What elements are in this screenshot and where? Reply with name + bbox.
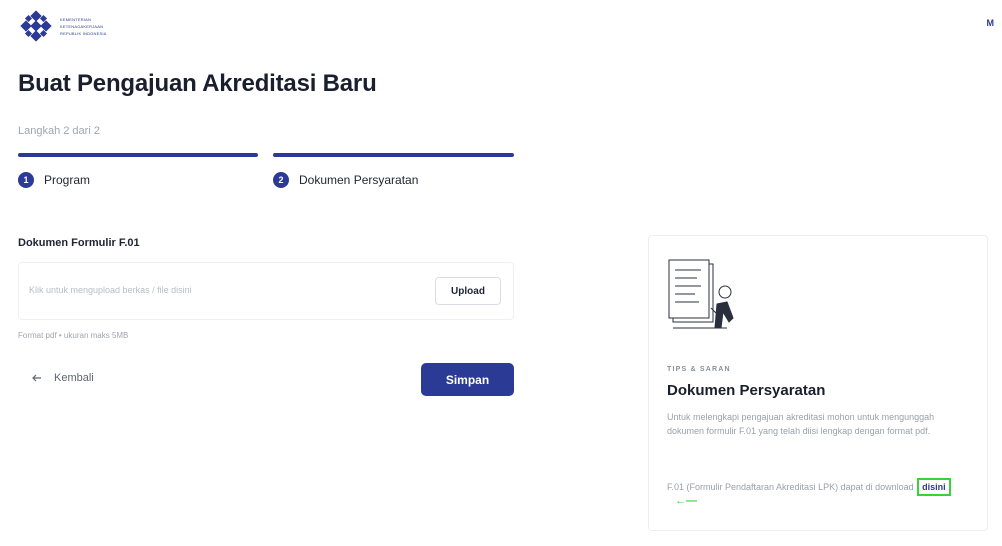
upload-button[interactable]: Upload [435,277,501,305]
page-title: Buat Pengajuan Akreditasi Baru [18,70,377,97]
document-illustration-icon [668,259,734,329]
tips-description: Untuk melengkapi pengajuan akreditasi mo… [667,412,935,436]
tips-title: Dokumen Persyaratan [667,382,826,399]
tips-card: TIPS & SARAN Dokumen Persyaratan Untuk m… [648,235,988,531]
logo-text: KEMENTERIAN KETENAGAKERJAAN REPUBLIK IND… [60,17,107,36]
download-note-text: F.01 (Formulir Pendaftaran Akreditasi LP… [667,482,914,492]
user-avatar[interactable]: M [987,18,995,28]
arrow-left-icon [32,374,41,382]
step-progress-bar-1 [18,153,258,157]
back-label: Kembali [54,372,94,384]
file-format-hint: Format pdf • ukuran maks 5MB [18,331,129,340]
upload-placeholder: Klik untuk mengupload berkas / file disi… [29,285,192,295]
step-counter: Langkah 2 dari 2 [18,125,100,137]
tips-download-note: F.01 (Formulir Pendaftaran Akreditasi LP… [667,478,967,508]
logo-line: KEMENTERIAN [60,16,92,22]
step-number-badge: 1 [18,172,34,188]
step-program: 1 Program [18,172,90,188]
step-number-badge: 2 [273,172,289,188]
step-progress-bar-2 [273,153,514,157]
logo-line: KETENAGAKERJAAN [60,23,104,29]
back-link[interactable]: Kembali [32,372,94,384]
step-label: Dokumen Persyaratan [299,173,419,187]
app-logo[interactable]: KEMENTERIAN KETENAGAKERJAAN REPUBLIK IND… [20,10,107,42]
save-button[interactable]: Simpan [421,363,514,396]
tips-eyebrow: TIPS & SARAN [667,366,731,373]
download-link[interactable]: disini [917,478,951,496]
document-field-label: Dokumen Formulir F.01 [18,237,140,249]
step-dokumen: 2 Dokumen Persyaratan [273,172,418,188]
step-label: Program [44,173,91,187]
logo-line: REPUBLIK INDONESIA [60,30,107,36]
highlight-arrow-icon: ←— [675,495,697,507]
logo-icon [20,10,52,42]
file-upload-field[interactable]: Klik untuk mengupload berkas / file disi… [18,262,514,320]
